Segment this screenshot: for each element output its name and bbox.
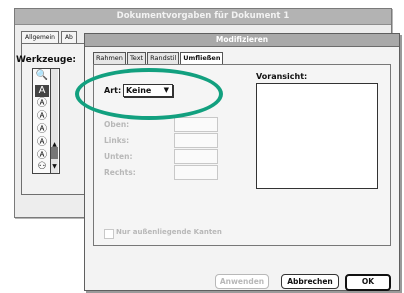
outer-edges-checkbox[interactable] [104,229,114,239]
tab-allgemein[interactable]: Allgemein [21,31,59,43]
links-field[interactable] [174,133,218,148]
oben-label: Oben: [104,120,130,129]
text-tool-icon[interactable]: A [35,85,49,97]
modify-tabs: Rahmen Text Randstil Umfließen [93,52,224,64]
document-settings-title: Dokumentvorgaben für Dokument 1 [15,9,391,25]
oben-field[interactable] [174,117,218,132]
shape-tool-icon[interactable]: Ⓐ [35,124,49,136]
rechts-field[interactable] [174,165,218,180]
scroll-down-icon[interactable]: ▼ [51,163,58,171]
unten-label: Unten: [104,152,133,161]
tab-umfliessen[interactable]: Umfließen [180,52,224,64]
tool-list[interactable]: 🔍 A Ⓐ Ⓐ Ⓐ Ⓐ Ⓐ ⚇ ▲ ▼ [32,68,60,174]
tab-randstil[interactable]: Randstil [147,52,180,64]
outer-edges-label: Nur außenliegende Kanten [116,228,222,236]
werkzeuge-label: Werkzeuge: [16,55,77,65]
apply-button[interactable]: Anwenden [215,274,269,289]
cancel-button[interactable]: Abbrechen [281,274,339,289]
highlight-ellipse [75,68,223,120]
tab-rahmen[interactable]: Rahmen [93,52,126,64]
tool-list-scrollbar[interactable]: ▲ ▼ [50,69,58,173]
preview-box [256,83,378,189]
shape-tool-icon[interactable]: Ⓐ [35,111,49,123]
link-tool-icon[interactable]: ⚇ [35,161,49,173]
modify-dialog-title: Modifizieren [85,34,399,47]
shape-tool-icon[interactable]: Ⓐ [35,98,49,110]
preview-label: Voransicht: [256,72,308,81]
tab-text[interactable]: Text [126,52,147,64]
tab-ab[interactable]: Ab [60,31,77,43]
zoom-tool-icon[interactable]: 🔍 [35,70,49,82]
links-label: Links: [104,136,130,145]
scroll-thumb[interactable] [51,147,58,159]
unten-field[interactable] [174,149,218,164]
document-settings-tabs: Allgemein Ab [21,31,79,43]
shape-tool-icon[interactable]: Ⓐ [35,137,49,149]
rechts-label: Rechts: [104,168,136,177]
ok-button[interactable]: OK [345,274,391,291]
